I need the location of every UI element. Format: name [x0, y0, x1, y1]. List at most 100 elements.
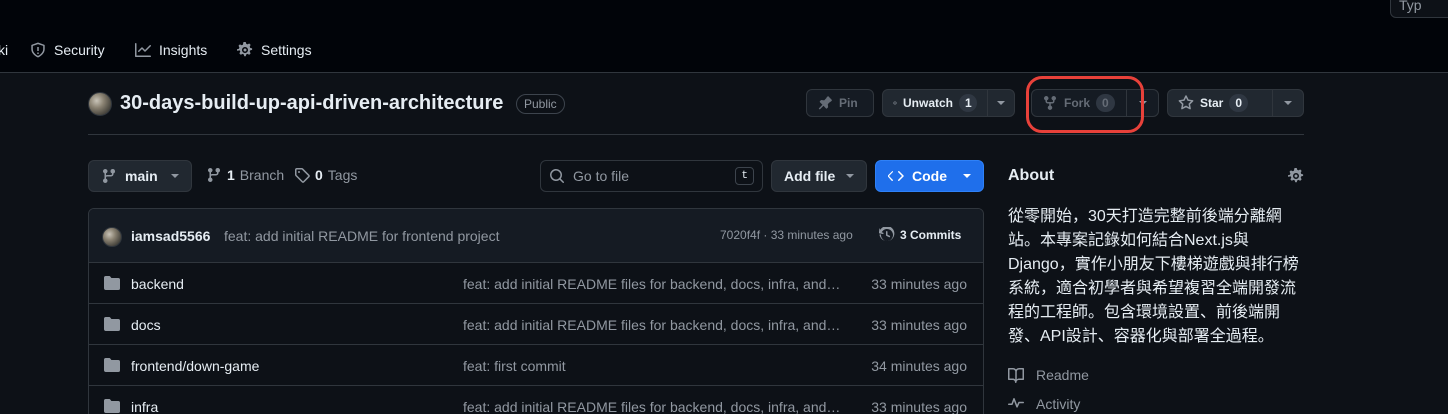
chevron-down-icon: [1284, 101, 1292, 105]
file-commit-date: 33 minutes ago: [871, 399, 967, 414]
add-file-label: Add file: [784, 168, 836, 184]
activity-link[interactable]: Activity: [1008, 396, 1080, 412]
shield-icon: [31, 42, 45, 58]
global-search-input[interactable]: Typ: [1390, 0, 1448, 18]
branch-icon: [208, 167, 220, 183]
folder-icon: [104, 276, 120, 290]
go-to-file-input[interactable]: [573, 168, 723, 184]
readme-link[interactable]: Readme: [1008, 367, 1089, 383]
file-row[interactable]: backend feat: add initial README files f…: [89, 263, 983, 304]
latest-commit-bar: iamsad5566 feat: add initial README for …: [89, 209, 983, 263]
gear-icon: [237, 42, 253, 57]
file-name-link[interactable]: frontend/down-game: [131, 358, 259, 374]
folder-icon: [104, 317, 120, 331]
file-commit-message[interactable]: feat: first commit: [463, 358, 843, 374]
about-heading: About: [1008, 167, 1055, 184]
commit-message-link[interactable]: feat: add initial README for frontend pr…: [224, 228, 499, 244]
nav-tab-wiki[interactable]: ki: [0, 40, 8, 60]
book-icon: [1008, 368, 1024, 383]
chevron-down-icon: [171, 174, 179, 178]
gear-icon[interactable]: [1288, 168, 1304, 184]
tags-link[interactable]: 0 Tags: [294, 167, 357, 183]
nav-tab-label: ki: [0, 42, 9, 58]
nav-tab-settings[interactable]: Settings: [237, 40, 312, 60]
star-counter: 0: [1229, 94, 1249, 112]
file-commit-date: 33 minutes ago: [871, 276, 967, 292]
star-icon: [1178, 95, 1194, 110]
fork-icon: [1044, 96, 1056, 110]
watch-dropdown-button[interactable]: [987, 89, 1015, 117]
nav-tab-label: Settings: [261, 42, 312, 58]
branch-icon: [103, 168, 115, 184]
file-name-link[interactable]: backend: [131, 276, 184, 292]
chevron-down-icon: [997, 101, 1005, 105]
file-row[interactable]: frontend/down-game feat: first commit 34…: [89, 345, 983, 386]
top-header: Typ ki Security Insights Settings: [0, 0, 1448, 73]
tag-count-label: Tags: [327, 167, 358, 183]
file-name-link[interactable]: infra: [131, 399, 158, 414]
nav-tab-insights[interactable]: Insights: [135, 40, 207, 60]
search-icon: [550, 169, 564, 183]
pin-label: Pin: [839, 96, 858, 110]
file-row[interactable]: docs feat: add initial README files for …: [89, 304, 983, 345]
graph-icon: [135, 43, 151, 57]
folder-icon: [104, 399, 120, 413]
branch-selector[interactable]: main: [88, 160, 192, 192]
nav-tab-label: Insights: [159, 42, 208, 58]
file-table: iamsad5566 feat: add initial README for …: [88, 208, 984, 414]
pin-button[interactable]: Pin: [806, 89, 874, 117]
commit-hash-time[interactable]: 7020f4f · 33 minutes ago: [720, 228, 853, 242]
file-commit-date: 34 minutes ago: [871, 358, 967, 374]
nav-tab-security[interactable]: Security: [30, 40, 105, 60]
branches-link[interactable]: 1 Branch: [206, 167, 284, 183]
watch-counter: 1: [959, 94, 977, 112]
pin-icon: [818, 96, 832, 110]
nav-tab-label: Security: [54, 42, 105, 58]
unwatch-button[interactable]: Unwatch 1: [882, 89, 988, 117]
add-file-button[interactable]: Add file: [771, 160, 867, 192]
global-search-placeholder: Typ: [1399, 0, 1422, 13]
readme-label: Readme: [1036, 367, 1089, 383]
chevron-down-icon: [846, 174, 854, 178]
visibility-badge: Public: [516, 94, 565, 114]
file-commit-message[interactable]: feat: add initial README files for backe…: [463, 317, 843, 333]
code-icon: [888, 171, 904, 181]
repo-name-link[interactable]: 30-days-build-up-api-driven-architecture: [120, 92, 503, 115]
file-commit-date: 33 minutes ago: [871, 317, 967, 333]
folder-icon: [104, 358, 120, 372]
file-row[interactable]: infra feat: add initial README files for…: [89, 386, 983, 414]
branch-label: main: [125, 168, 158, 184]
unwatch-label: Unwatch: [902, 96, 953, 110]
fork-dropdown-button[interactable]: [1126, 89, 1159, 117]
tag-count: 0: [315, 167, 323, 183]
file-commit-message[interactable]: feat: add initial README files for backe…: [463, 276, 843, 292]
branch-count-label: Branch: [239, 167, 285, 183]
commits-count-label: 3 Commits: [900, 228, 962, 242]
star-button[interactable]: Star 0: [1167, 89, 1273, 117]
go-to-file-field[interactable]: t: [540, 160, 763, 192]
code-button[interactable]: Code: [875, 160, 984, 192]
commit-author-avatar[interactable]: [102, 227, 122, 247]
activity-label: Activity: [1036, 396, 1081, 412]
keyboard-shortcut-hint: t: [735, 167, 754, 185]
chevron-down-icon: [1138, 101, 1147, 105]
file-name-link[interactable]: docs: [131, 317, 161, 333]
header-divider: [88, 134, 1304, 135]
fork-button[interactable]: Fork 0: [1031, 89, 1127, 117]
fork-counter: 0: [1096, 94, 1115, 112]
star-label: Star: [1200, 96, 1224, 110]
code-label: Code: [912, 168, 947, 184]
commit-author-link[interactable]: iamsad5566: [131, 228, 210, 244]
owner-avatar[interactable]: [88, 92, 112, 116]
tag-icon: [295, 168, 310, 183]
branch-count: 1: [227, 167, 235, 183]
fork-label: Fork: [1064, 96, 1091, 110]
chevron-down-icon: [963, 174, 971, 178]
pulse-icon: [1008, 398, 1024, 408]
eye-icon: [893, 101, 897, 105]
about-description: 從零開始，30天打造完整前後端分離網站。本專案記錄如何結合Next.js與Dja…: [1008, 208, 1299, 345]
history-icon: [879, 227, 895, 242]
file-commit-message[interactable]: feat: add initial README files for backe…: [463, 399, 843, 414]
commits-link[interactable]: 3 Commits: [879, 227, 961, 243]
star-dropdown-button[interactable]: [1272, 89, 1304, 117]
